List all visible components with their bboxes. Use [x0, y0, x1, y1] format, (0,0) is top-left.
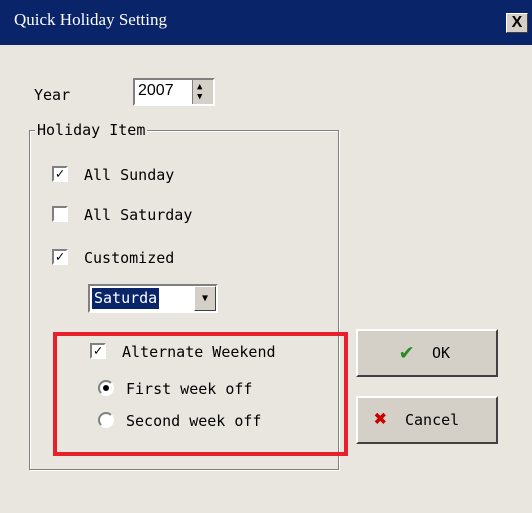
x-icon: ✖ — [374, 407, 388, 432]
year-value[interactable]: 2007 — [138, 82, 174, 100]
highlight-box — [53, 332, 348, 456]
year-spin-buttons[interactable]: ▲ ▼ — [192, 80, 213, 104]
window-title: Quick Holiday Setting — [14, 10, 167, 29]
all-sunday-label[interactable]: All Sunday — [84, 166, 174, 184]
title-bar[interactable]: Quick Holiday Setting X — [0, 0, 532, 45]
cancel-label: Cancel — [405, 411, 460, 429]
chevron-down-icon[interactable]: ▼ — [194, 286, 216, 311]
customized-checkbox[interactable]: ✓ — [52, 249, 68, 265]
close-button[interactable]: X — [506, 13, 528, 33]
day-select-value[interactable]: Saturda — [90, 287, 161, 310]
all-sunday-checkbox[interactable]: ✓ — [52, 166, 68, 182]
all-saturday-checkbox[interactable] — [52, 206, 68, 222]
all-saturday-label[interactable]: All Saturday — [84, 206, 192, 224]
holiday-item-title: Holiday Item — [35, 121, 148, 139]
spin-up-icon[interactable]: ▲ — [197, 83, 202, 92]
customized-label[interactable]: Customized — [84, 249, 174, 267]
year-label: Year — [34, 86, 71, 104]
year-spinner[interactable]: 2007 ▲ ▼ — [133, 78, 215, 106]
ok-button[interactable]: ✔ OK — [356, 329, 498, 377]
ok-label: OK — [432, 344, 451, 362]
spin-down-icon[interactable]: ▼ — [197, 93, 202, 102]
dialog-window: Quick Holiday Setting X Year 2007 ▲ ▼ Ho… — [0, 0, 532, 513]
checkmark-icon: ✔ — [400, 340, 414, 365]
day-select[interactable]: Saturda ▼ — [88, 284, 218, 313]
close-icon: X — [511, 14, 523, 31]
cancel-button[interactable]: ✖ Cancel — [356, 396, 498, 444]
